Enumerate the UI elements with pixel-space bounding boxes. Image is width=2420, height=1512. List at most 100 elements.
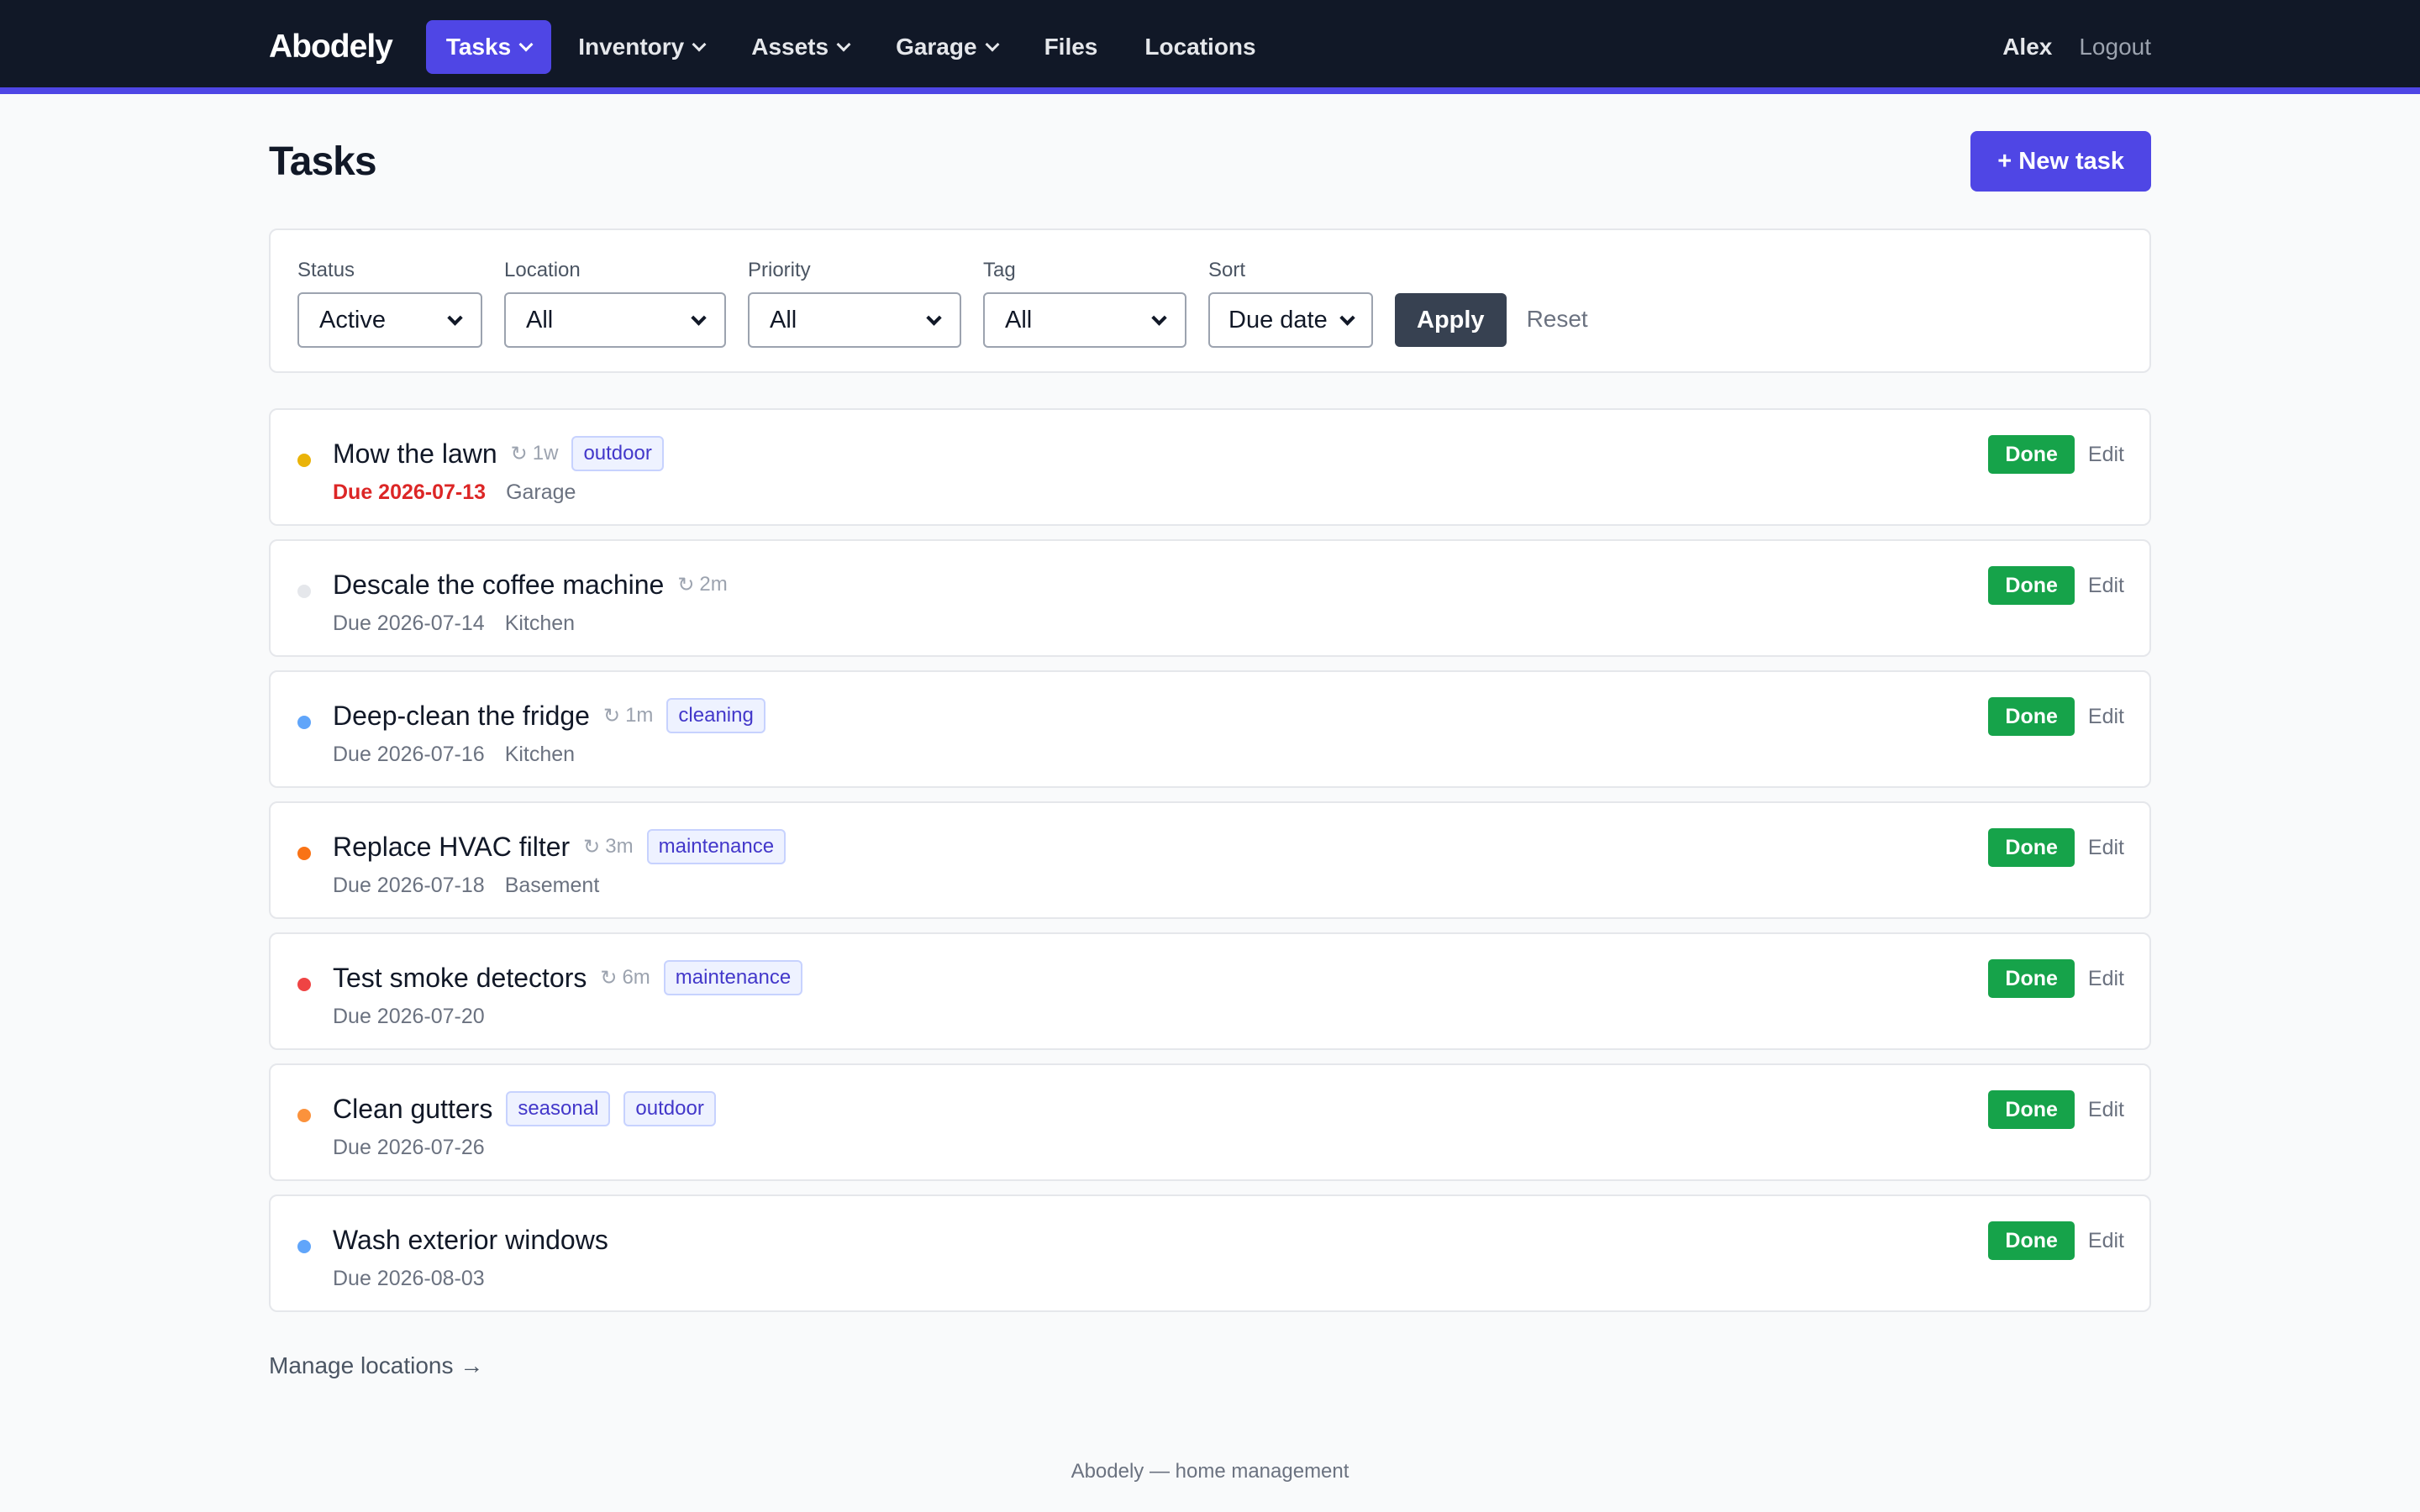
task-location: Kitchen <box>504 743 576 766</box>
chevron-down-icon <box>1339 309 1355 326</box>
task-actions: Done Edit <box>1988 959 2124 998</box>
task-main: Descale the coffee machine ↻ 2m Due 2026-07… <box>333 566 1948 636</box>
task-title[interactable]: Deep-clean the fridge <box>333 701 590 732</box>
task-title-line: Clean gutters seasonal outdoor <box>333 1090 1948 1127</box>
tag-badge[interactable]: outdoor <box>623 1091 716 1126</box>
sort-select[interactable]: Due date <box>1208 292 1373 348</box>
reset-link[interactable]: Reset <box>1527 306 1588 333</box>
task-row[interactable]: Mow the lawn ↻ 1w outdoor Due 2026-07-13 Gara… <box>269 408 2151 526</box>
chevron-down-icon <box>1151 309 1167 326</box>
edit-link[interactable]: Edit <box>2088 705 2124 729</box>
task-meta-line: Due 2026-07-20 <box>333 1005 1948 1029</box>
brand-logo[interactable]: Abodely <box>269 29 393 66</box>
task-title[interactable]: Test smoke detectors <box>333 963 587 994</box>
sort-filter-label: Sort <box>1208 259 1246 281</box>
tag-badge[interactable]: outdoor <box>571 436 664 471</box>
priority-dot <box>297 454 311 467</box>
priority-dot <box>297 847 311 860</box>
task-row[interactable]: Replace HVAC filter ↻ 3m maintenance Due 202… <box>269 801 2151 919</box>
recurrence: ↻ 6m <box>600 966 650 990</box>
due-date: Due 2026-08-03 <box>333 1267 485 1290</box>
apply-button[interactable]: Apply <box>1395 293 1507 347</box>
location-select-value: All <box>526 306 554 333</box>
logout-link[interactable]: Logout <box>2079 34 2151 60</box>
task-title[interactable]: Wash exterior windows <box>333 1225 608 1256</box>
nav-right: Alex Logout <box>2002 34 2151 60</box>
tag-badge[interactable]: maintenance <box>663 960 803 995</box>
nav-item-inventory[interactable]: Inventory <box>558 20 724 74</box>
status-select[interactable]: Active <box>297 292 482 348</box>
edit-link[interactable]: Edit <box>2088 443 2124 467</box>
edit-link[interactable]: Edit <box>2088 836 2124 860</box>
status-filter-label: Status <box>297 259 355 281</box>
nav-item-label: Tasks <box>445 34 512 60</box>
recurrence: ↻ 1m <box>603 704 653 728</box>
tag-badge[interactable]: cleaning <box>666 698 765 733</box>
nav-item-files[interactable]: Files <box>1024 20 1118 74</box>
chevron-down-icon <box>518 37 534 52</box>
done-button[interactable]: Done <box>1988 1221 2075 1260</box>
done-button[interactable]: Done <box>1988 1090 2075 1129</box>
priority-select[interactable]: All <box>748 292 961 348</box>
recurrence-interval: 1m <box>625 704 654 727</box>
task-main: Mow the lawn ↻ 1w outdoor Due 2026-07-13 Gara… <box>333 435 1948 505</box>
nav-inner: Abodely Tasks Inventory Assets Garage Files L… <box>269 0 2151 94</box>
status-select-value: Active <box>319 306 386 333</box>
nav-user-name[interactable]: Alex <box>2002 34 2052 60</box>
priority-dot <box>297 978 311 991</box>
task-title[interactable]: Replace HVAC filter <box>333 832 570 863</box>
due-date: Due 2026-07-14 <box>333 612 485 635</box>
tag-select[interactable]: All <box>983 292 1186 348</box>
task-main: Clean gutters seasonal outdoor Due 2026-07-… <box>333 1090 1948 1160</box>
task-meta-line: Due 2026-07-26 <box>333 1136 1948 1160</box>
done-button[interactable]: Done <box>1988 828 2075 867</box>
task-row[interactable]: Clean gutters seasonal outdoor Due 2026-07-… <box>269 1063 2151 1181</box>
nav-item-tasks[interactable]: Tasks <box>425 20 552 74</box>
task-row[interactable]: Deep-clean the fridge ↻ 1m cleaning Due 2026… <box>269 670 2151 788</box>
task-row[interactable]: Test smoke detectors ↻ 6m maintenance Due 20… <box>269 932 2151 1050</box>
edit-link[interactable]: Edit <box>2088 967 2124 991</box>
tag-badge[interactable]: seasonal <box>506 1091 611 1126</box>
new-task-button[interactable]: + New task <box>1970 131 2151 192</box>
priority-dot <box>297 1240 311 1253</box>
nav-item-label: Assets <box>751 34 829 60</box>
sort-select-value: Due date <box>1228 306 1328 333</box>
task-actions: Done Edit <box>1988 828 2124 867</box>
priority-dot <box>297 585 311 598</box>
location-select[interactable]: All <box>504 292 726 348</box>
task-title[interactable]: Mow the lawn <box>333 438 497 470</box>
done-button[interactable]: Done <box>1988 697 2075 736</box>
tag-filter: Tag All <box>983 259 1186 348</box>
chevron-down-icon <box>692 37 707 52</box>
done-button[interactable]: Done <box>1988 566 2075 605</box>
task-title[interactable]: Descale the coffee machine <box>333 570 664 601</box>
repeat-icon: ↻ <box>600 966 618 990</box>
repeat-icon: ↻ <box>677 573 695 596</box>
task-main: Test smoke detectors ↻ 6m maintenance Due 20… <box>333 959 1948 1029</box>
page-title: Tasks <box>269 139 377 184</box>
task-actions: Done Edit <box>1988 435 2124 474</box>
recurrence: ↻ 2m <box>677 573 727 597</box>
task-row[interactable]: Descale the coffee machine ↻ 2m Due 2026-07… <box>269 539 2151 657</box>
nav-item-garage[interactable]: Garage <box>876 20 1018 74</box>
nav-item-label: Garage <box>896 34 977 60</box>
chevron-down-icon <box>985 37 1000 52</box>
task-title[interactable]: Clean gutters <box>333 1094 492 1125</box>
edit-link[interactable]: Edit <box>2088 574 2124 598</box>
manage-locations-link[interactable]: Manage locations → <box>269 1352 483 1379</box>
done-button[interactable]: Done <box>1988 959 2075 998</box>
nav-menu: Tasks Inventory Assets Garage Files Locations <box>425 20 1283 74</box>
edit-link[interactable]: Edit <box>2088 1229 2124 1253</box>
task-main: Replace HVAC filter ↻ 3m maintenance Due 202… <box>333 828 1948 898</box>
nav-item-locations[interactable]: Locations <box>1124 20 1276 74</box>
nav-item-assets[interactable]: Assets <box>731 20 869 74</box>
tag-badge[interactable]: maintenance <box>646 829 786 864</box>
task-list: Mow the lawn ↻ 1w outdoor Due 2026-07-13 Gara… <box>269 408 2151 1326</box>
task-location: Garage <box>506 480 576 504</box>
edit-link[interactable]: Edit <box>2088 1098 2124 1122</box>
due-date: Due 2026-07-13 <box>333 480 487 504</box>
done-button[interactable]: Done <box>1988 435 2075 474</box>
task-meta-line: Due 2026-07-14 Kitchen <box>333 612 1948 636</box>
task-row[interactable]: Wash exterior windows Due 2026-08-03 Done E… <box>269 1194 2151 1312</box>
repeat-icon: ↻ <box>602 704 621 727</box>
